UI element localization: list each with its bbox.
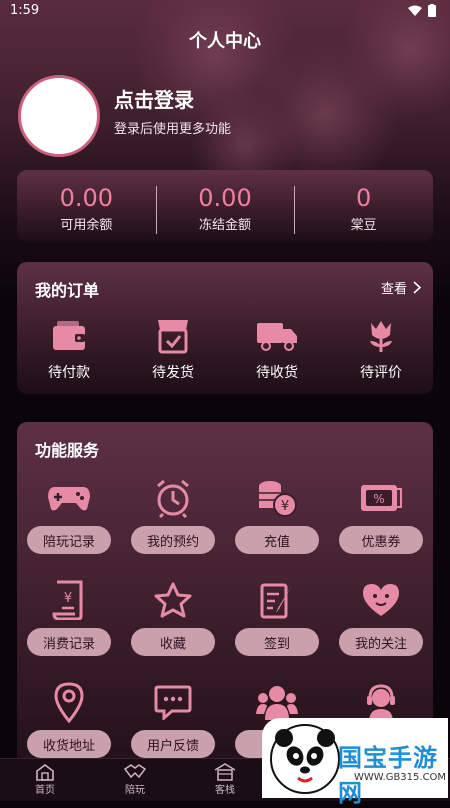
panda-logo-icon (270, 724, 340, 794)
service-label: 消费记录 (27, 628, 111, 656)
group-icon (256, 686, 298, 720)
wifi-icon (408, 5, 422, 16)
chevron-right-icon (413, 281, 421, 294)
status-icons (408, 4, 436, 17)
coins-icon: ¥ (259, 481, 297, 517)
order-pending-shipment[interactable]: 待发货 (121, 316, 225, 382)
service-label: 收货地址 (27, 730, 111, 758)
wallet-icon (53, 321, 85, 350)
svg-text:%: % (373, 492, 384, 506)
service-recharge[interactable]: ¥ 充值 (225, 476, 329, 554)
status-time: 1:59 (10, 3, 40, 18)
orders-title: 我的订单 (35, 281, 100, 300)
truck-icon (257, 323, 297, 351)
tab-label: 陪玩 (125, 785, 145, 796)
location-icon (54, 682, 84, 723)
stat-label: 冻结金额 (199, 218, 252, 233)
order-pending-receipt[interactable]: 待收货 (225, 316, 329, 382)
support-icon (367, 684, 395, 722)
coupon-icon: % (361, 485, 402, 511)
tab-play[interactable]: 陪玩 (90, 759, 180, 801)
service-play-records[interactable]: 陪玩记录 (17, 476, 121, 554)
panda-icon (275, 729, 335, 783)
login-button[interactable]: 点击登录 (114, 84, 194, 113)
gamepad-icon (48, 487, 90, 511)
signin-icon (260, 583, 291, 619)
service-label: 收藏 (131, 628, 215, 656)
watermark-logo: 国宝手游网 WWW.GB315.COM (262, 718, 448, 807)
inn-icon (214, 763, 236, 781)
status-bar: 1:59 (0, 0, 450, 24)
home-icon (36, 764, 54, 781)
orders-card: 我的订单 查看 待付款 待发货 待收货 待评价 (17, 262, 433, 394)
page-title: 个人中心 (189, 31, 261, 52)
heart-icon (363, 584, 399, 616)
stat-value: 0 (356, 184, 372, 212)
receipt-icon: ¥ (52, 580, 83, 620)
stat-tang-beans[interactable]: 0 棠豆 (294, 170, 433, 242)
service-label: 签到 (235, 628, 319, 656)
order-label: 待付款 (48, 365, 90, 381)
stat-frozen-amount[interactable]: 0.00 冻结金额 (156, 170, 295, 242)
tab-label: 客栈 (215, 785, 235, 796)
service-spending-records[interactable]: ¥ 消费记录 (17, 578, 121, 656)
service-favorites[interactable]: 收藏 (121, 578, 225, 656)
tab-home[interactable]: 首页 (0, 759, 90, 801)
alarm-clock-icon (157, 479, 189, 518)
login-subtitle: 登录后使用更多功能 (114, 122, 232, 137)
service-label: 陪玩记录 (27, 526, 111, 554)
service-label: 优惠券 (339, 526, 423, 554)
service-label: 用户反馈 (131, 730, 215, 758)
service-label: 充值 (235, 526, 319, 554)
svg-text:¥: ¥ (281, 499, 289, 514)
order-label: 待发货 (152, 365, 194, 381)
avatar[interactable] (18, 75, 100, 157)
view-all-orders-link[interactable]: 查看 (381, 278, 421, 297)
order-pending-review[interactable]: 待评价 (329, 316, 433, 382)
service-user-feedback[interactable]: 用户反馈 (121, 680, 225, 758)
shop-icon (158, 320, 188, 354)
watermark-url: WWW.GB315.COM (354, 772, 447, 783)
chat-icon (154, 685, 192, 720)
order-label: 待收货 (256, 365, 298, 381)
service-shipping-address[interactable]: 收货地址 (17, 680, 121, 758)
service-my-reservations[interactable]: 我的预约 (121, 476, 225, 554)
battery-icon (428, 4, 436, 17)
stat-value: 0.00 (59, 184, 114, 212)
order-pending-payment[interactable]: 待付款 (17, 316, 121, 382)
stat-value: 0.00 (198, 184, 252, 212)
order-label: 待评价 (360, 365, 402, 381)
stat-available-balance[interactable]: 0.00 可用余额 (17, 170, 156, 242)
star-icon (154, 582, 192, 618)
svg-text:¥: ¥ (64, 591, 72, 606)
balance-card: 0.00 可用余额 0.00 冻结金额 0 棠豆 (17, 170, 433, 242)
service-label: 我的关注 (339, 628, 423, 656)
service-my-follows[interactable]: 我的关注 (329, 578, 433, 656)
flower-icon (370, 321, 392, 352)
handshake-icon (124, 764, 146, 779)
stat-label: 棠豆 (350, 218, 377, 233)
service-label: 我的预约 (131, 526, 215, 554)
tab-inn[interactable]: 客栈 (180, 759, 270, 801)
stat-label: 可用余额 (60, 218, 113, 233)
service-check-in[interactable]: 签到 (225, 578, 329, 656)
service-coupons[interactable]: % 优惠券 (329, 476, 433, 554)
tab-label: 首页 (35, 785, 55, 796)
services-title: 功能服务 (35, 441, 100, 460)
view-label: 查看 (380, 282, 407, 297)
